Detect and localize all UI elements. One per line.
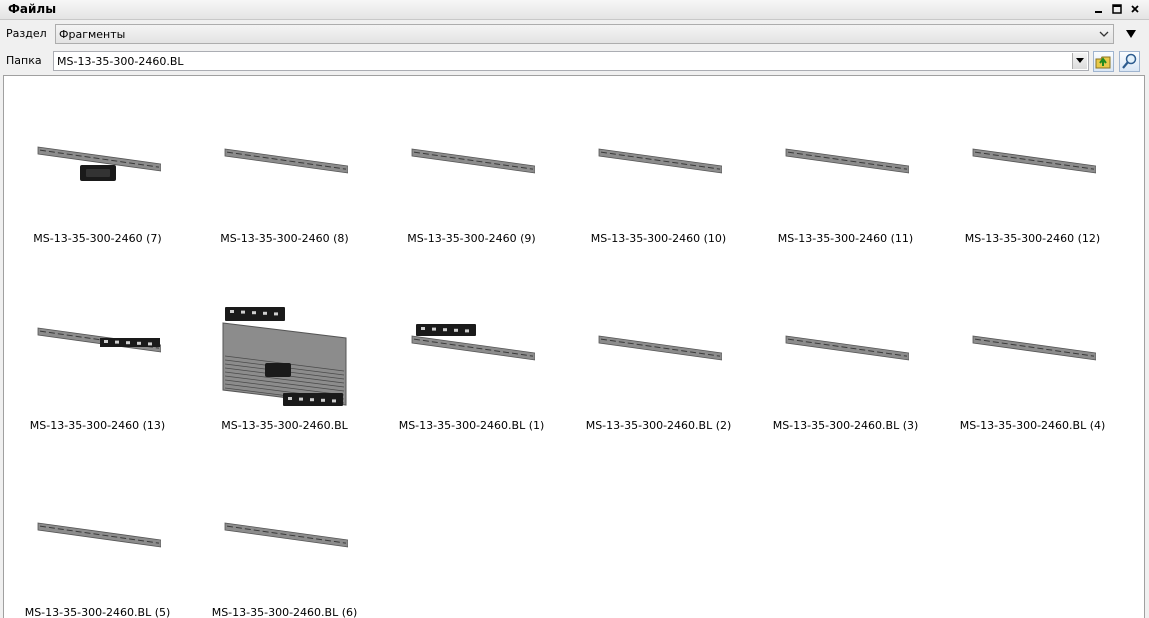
file-item[interactable]: MS-13-35-300-2460.BL (1) — [378, 273, 565, 460]
file-thumbnail — [37, 522, 161, 548]
file-name: MS-13-35-300-2460.BL (3) — [772, 419, 919, 432]
file-thumbnail — [785, 148, 909, 174]
file-thumbnail — [222, 307, 347, 406]
file-item[interactable]: MS-13-35-300-2460 (8) — [191, 86, 378, 273]
file-name: MS-13-35-300-2460 (11) — [777, 232, 914, 245]
file-name: MS-13-35-300-2460.BL (6) — [211, 606, 358, 618]
file-thumbnail — [972, 335, 1096, 361]
panel-menu-icon[interactable] — [1124, 27, 1138, 41]
chevron-down-icon[interactable] — [1095, 25, 1113, 43]
search-icon — [1122, 53, 1137, 69]
folder-up-button[interactable] — [1093, 51, 1114, 72]
file-name: MS-13-35-300-2460.BL — [221, 419, 348, 432]
section-select[interactable]: Фрагменты — [55, 24, 1114, 44]
file-item[interactable]: MS-13-35-300-2460 (11) — [752, 86, 939, 273]
file-name: MS-13-35-300-2460 (8) — [220, 232, 349, 245]
minimize-icon[interactable] — [1093, 2, 1105, 16]
file-item[interactable]: MS-13-35-300-2460.BL — [191, 273, 378, 460]
file-name: MS-13-35-300-2460 (12) — [964, 232, 1101, 245]
file-item[interactable]: MS-13-35-300-2460 (12) — [939, 86, 1126, 273]
window-controls — [1093, 2, 1141, 16]
file-item[interactable]: MS-13-35-300-2460 (9) — [378, 86, 565, 273]
file-thumbnail — [224, 522, 348, 548]
file-thumbnail — [785, 335, 909, 361]
file-name: MS-13-35-300-2460 (7) — [33, 232, 162, 245]
file-name: MS-13-35-300-2460 (10) — [590, 232, 727, 245]
file-name: MS-13-35-300-2460.BL (5) — [24, 606, 171, 618]
file-item[interactable]: MS-13-35-300-2460 (7) — [4, 86, 191, 273]
file-name: MS-13-35-300-2460 (13) — [29, 419, 166, 432]
file-item[interactable]: MS-13-35-300-2460.BL (5) — [4, 460, 191, 618]
file-item[interactable]: MS-13-35-300-2460.BL (2) — [565, 273, 752, 460]
section-value: Фрагменты — [59, 28, 126, 41]
file-item[interactable]: MS-13-35-300-2460 (10) — [565, 86, 752, 273]
section-label: Раздел — [6, 27, 47, 40]
folder-value: MS-13-35-300-2460.BL — [57, 55, 184, 68]
panel-titlebar: Файлы — [0, 0, 1149, 20]
file-thumbnail — [598, 335, 722, 361]
file-thumbnail — [972, 148, 1096, 174]
file-thumbnail — [37, 327, 161, 353]
file-thumbnail — [411, 148, 535, 174]
folder-row: Папка MS-13-35-300-2460.BL — [0, 48, 1149, 74]
file-thumbnail — [224, 148, 348, 174]
folder-label: Папка — [6, 54, 42, 67]
file-thumbnail-view[interactable]: MS-13-35-300-2460 (7) MS-13-35-300-2460 (… — [3, 75, 1145, 618]
file-thumbnail — [411, 324, 535, 361]
search-button[interactable] — [1119, 51, 1140, 72]
file-name: MS-13-35-300-2460.BL (1) — [398, 419, 545, 432]
file-item[interactable]: MS-13-35-300-2460 (13) — [4, 273, 191, 460]
file-name: MS-13-35-300-2460.BL (4) — [959, 419, 1106, 432]
close-icon[interactable] — [1129, 2, 1141, 16]
file-item[interactable]: MS-13-35-300-2460.BL (6) — [191, 460, 378, 618]
file-item[interactable]: MS-13-35-300-2460.BL (4) — [939, 273, 1126, 460]
file-item[interactable]: MS-13-35-300-2460.BL (3) — [752, 273, 939, 460]
folder-up-icon — [1095, 56, 1111, 69]
file-thumbnail — [37, 146, 161, 181]
file-thumbnail — [598, 148, 722, 174]
maximize-icon[interactable] — [1111, 2, 1123, 16]
panel-title: Файлы — [8, 2, 57, 16]
file-name: MS-13-35-300-2460 (9) — [407, 232, 536, 245]
file-name: MS-13-35-300-2460.BL (2) — [585, 419, 732, 432]
section-row: Раздел Фрагменты — [0, 21, 1149, 47]
dropdown-arrow-icon[interactable] — [1072, 53, 1087, 69]
folder-select[interactable]: MS-13-35-300-2460.BL — [53, 51, 1089, 71]
